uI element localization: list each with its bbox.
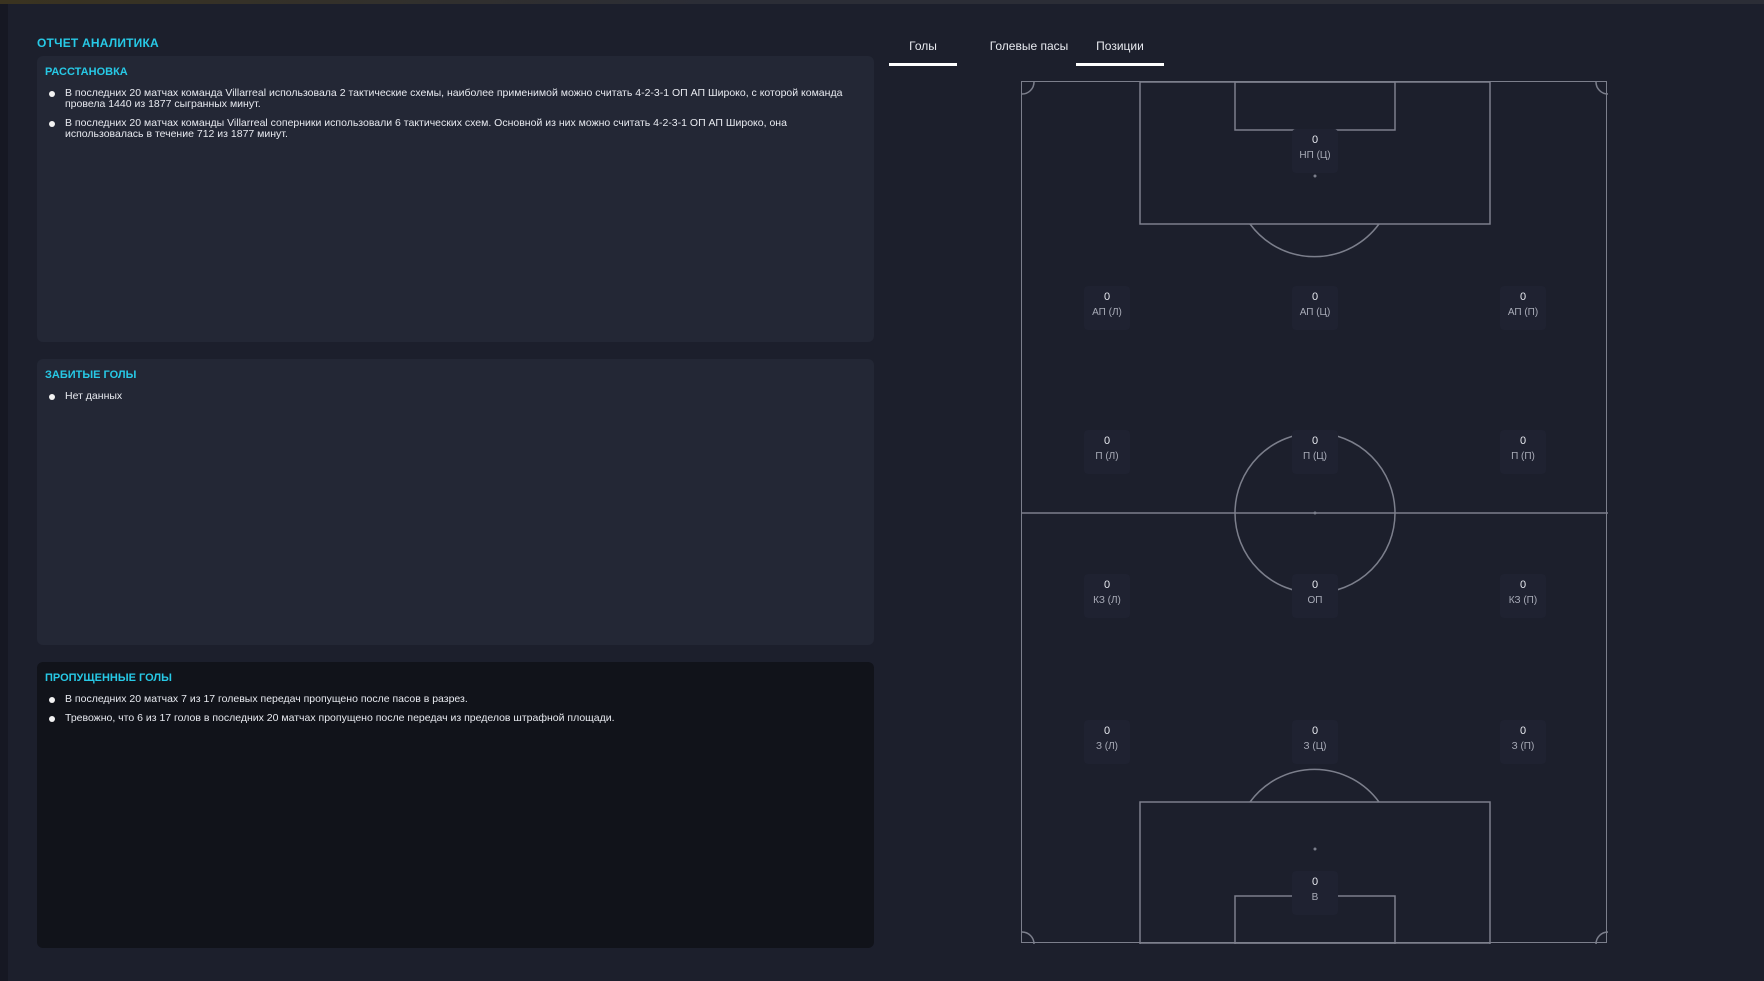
goals-scored-card: ЗАБИТЫЕ ГОЛЫ Нет данных: [37, 359, 874, 645]
top-bar: [0, 0, 1764, 4]
bullet-icon: [49, 394, 55, 400]
goals-conceded-title: ПРОПУЩЕННЫЕ ГОЛЫ: [45, 672, 172, 684]
goals-conceded-list: В последних 20 матчах 7 из 17 голевых пе…: [49, 694, 864, 732]
bullet-icon: [49, 121, 55, 127]
formation-card: РАССТАНОВКА В последних 20 матчах команд…: [37, 56, 874, 342]
tab-positions[interactable]: Позиции: [1076, 36, 1164, 66]
top-penalty-spot: [1313, 174, 1317, 178]
page-title: ОТЧЕТ АНАЛИТИКА: [37, 36, 159, 50]
position-m-l[interactable]: 0 П (Л): [1084, 430, 1130, 474]
list-item: Нет данных: [49, 391, 864, 402]
bottom-penalty-spot: [1313, 847, 1317, 851]
tab-active-indicator: [1076, 63, 1164, 66]
list-item: В последних 20 матчах команда Villarreal…: [49, 88, 864, 110]
corner-arc: [1022, 931, 1035, 944]
position-wb-l[interactable]: 0 КЗ (Л): [1084, 574, 1130, 618]
goals-conceded-card: ПРОПУЩЕННЫЕ ГОЛЫ В последних 20 матчах 7…: [37, 662, 874, 948]
position-wb-r[interactable]: 0 КЗ (П): [1500, 574, 1546, 618]
bottom-penalty-arc: [1249, 768, 1380, 803]
formation-title: РАССТАНОВКА: [45, 66, 128, 78]
position-m-r[interactable]: 0 П (П): [1500, 430, 1546, 474]
corner-arc: [1022, 82, 1035, 95]
center-spot: [1313, 511, 1317, 515]
position-d-r[interactable]: 0 З (П): [1500, 720, 1546, 764]
tab-goals[interactable]: Голы: [889, 36, 957, 66]
position-m-c[interactable]: 0 П (Ц): [1292, 430, 1338, 474]
football-pitch: 0 НП (Ц) 0 АП (Л) 0 АП (Ц) 0 АП (П) 0 П …: [1021, 81, 1608, 944]
bullet-icon: [49, 716, 55, 722]
top-goal-area: [1234, 82, 1396, 131]
goals-scored-list: Нет данных: [49, 391, 864, 410]
list-item: Тревожно, что 6 из 17 голов в последних …: [49, 713, 864, 724]
corner-arc: [1595, 82, 1608, 95]
pitch-lines: [1022, 82, 1608, 944]
position-gk[interactable]: 0 В: [1292, 871, 1338, 915]
tab-active-indicator: [889, 63, 957, 66]
position-d-c[interactable]: 0 З (Ц): [1292, 720, 1338, 764]
bullet-icon: [49, 91, 55, 97]
position-am-r[interactable]: 0 АП (П): [1500, 286, 1546, 330]
position-dm[interactable]: 0 ОП: [1292, 574, 1338, 618]
corner-arc: [1595, 931, 1608, 944]
list-item: В последних 20 матчах 7 из 17 голевых пе…: [49, 694, 864, 705]
left-edge: [0, 4, 8, 981]
position-am-c[interactable]: 0 АП (Ц): [1292, 286, 1338, 330]
formation-list: В последних 20 матчах команда Villarreal…: [49, 88, 864, 148]
bullet-icon: [49, 697, 55, 703]
top-penalty-arc: [1249, 223, 1380, 258]
position-st-c[interactable]: 0 НП (Ц): [1292, 129, 1338, 173]
position-am-l[interactable]: 0 АП (Л): [1084, 286, 1130, 330]
goals-scored-title: ЗАБИТЫЕ ГОЛЫ: [45, 369, 137, 381]
position-d-l[interactable]: 0 З (Л): [1084, 720, 1130, 764]
tab-assists[interactable]: Голевые пасы: [971, 36, 1087, 66]
list-item: В последних 20 матчах команды Villarreal…: [49, 118, 864, 140]
